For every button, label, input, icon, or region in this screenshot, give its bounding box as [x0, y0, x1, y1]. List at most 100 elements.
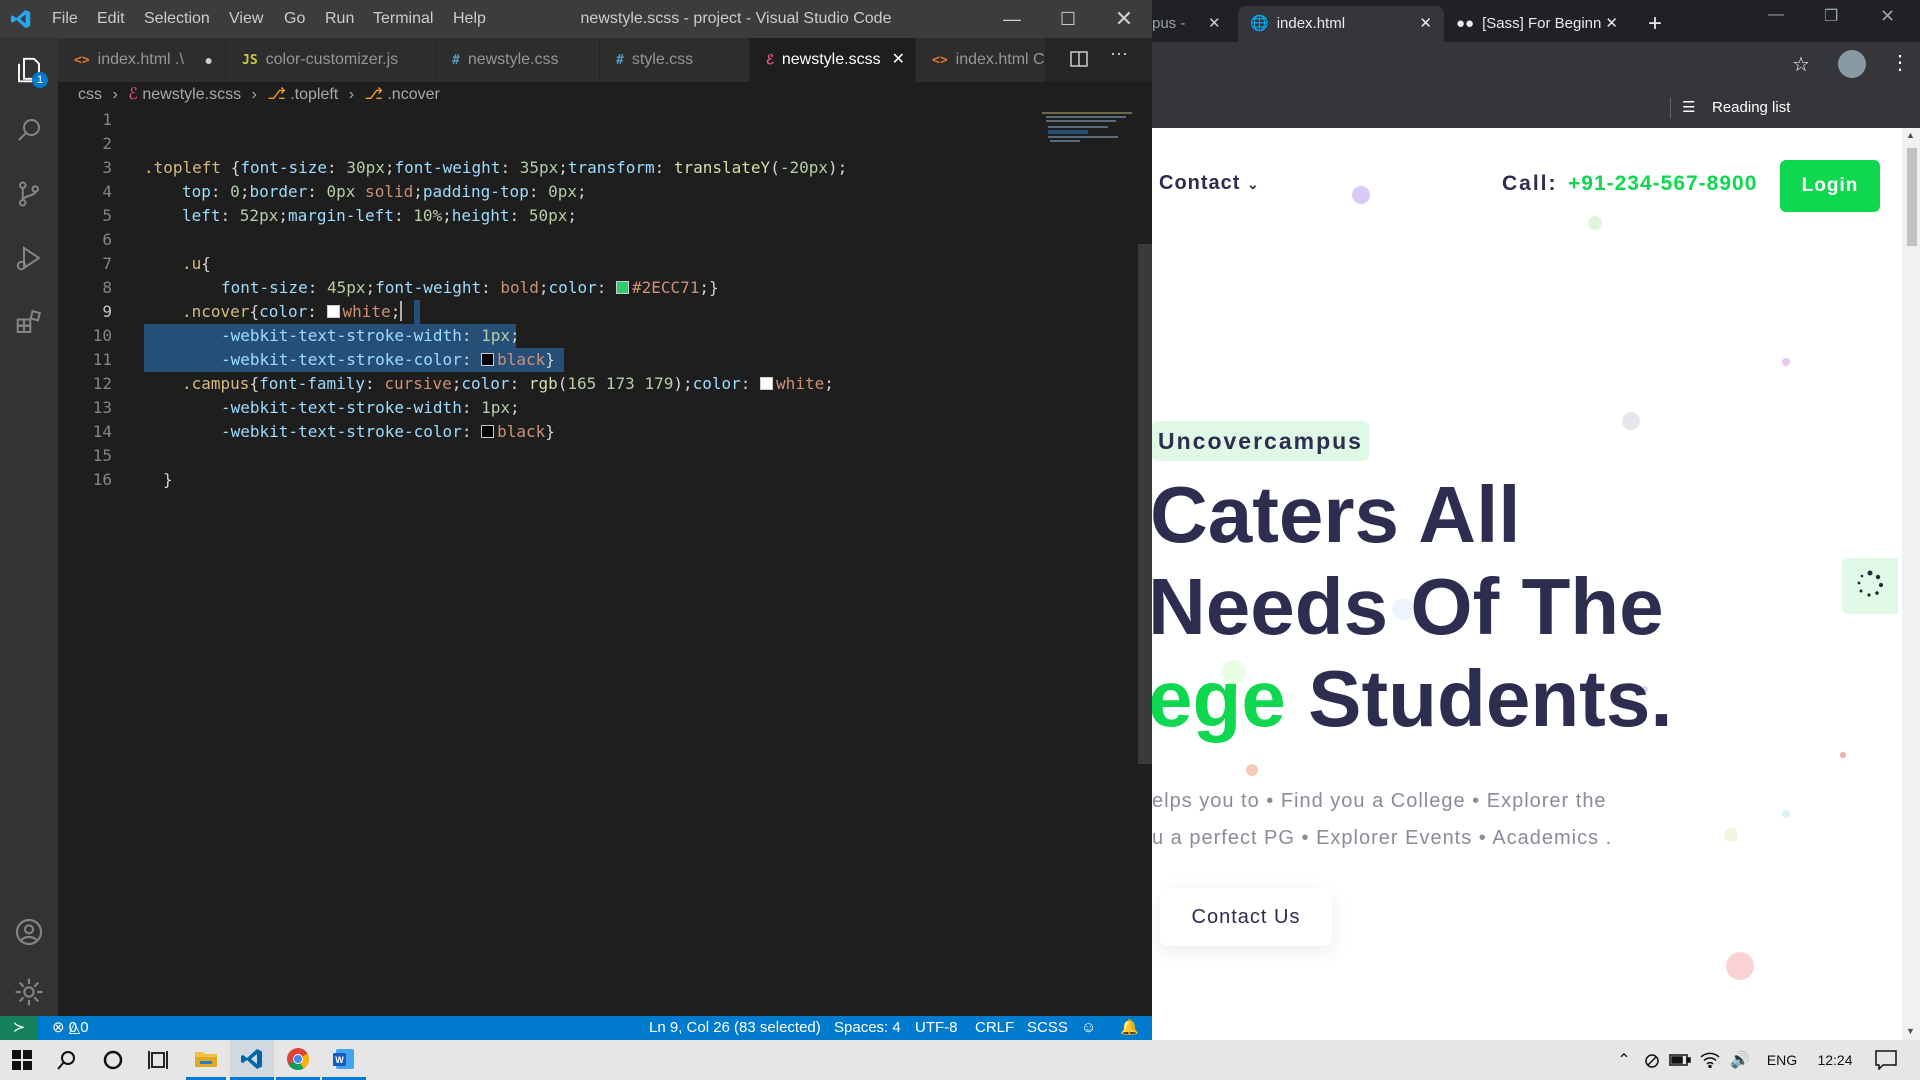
tab-style-css[interactable]: # style.css [600, 38, 750, 82]
decor-dot [1622, 412, 1640, 430]
minimize-icon[interactable]: — [1768, 6, 1784, 24]
token: white [342, 302, 391, 321]
token: ; [451, 374, 462, 393]
line-number: 5 [102, 206, 112, 225]
menu-help[interactable]: Help [453, 0, 486, 38]
new-tab-icon[interactable]: + [1648, 6, 1678, 42]
volume-icon[interactable]: 🔊 [1728, 1040, 1752, 1080]
menu-run[interactable]: Run [325, 0, 354, 38]
cortana-icon[interactable] [90, 1040, 136, 1080]
login-button[interactable]: Login [1780, 160, 1880, 212]
split-editor-icon[interactable] [1070, 50, 1088, 73]
reading-list-icon[interactable]: ☰ [1682, 98, 1695, 116]
color-customizer-toggle[interactable] [1842, 558, 1898, 614]
code-line-7: .u{ [182, 252, 211, 276]
chevron-up-icon[interactable]: ⌃ [1612, 1040, 1636, 1080]
nav-contact[interactable]: Contact ⌄ [1159, 172, 1260, 195]
notification-center-icon[interactable] [1866, 1040, 1906, 1080]
tab-index-html[interactable]: <> index.html .\ ● [58, 38, 226, 82]
chevron-right-icon: › [251, 86, 257, 103]
minimap[interactable] [1042, 108, 1138, 148]
browser-tab-index-html[interactable]: 🌐 index.html ✕ [1238, 6, 1444, 42]
chrome-taskbar-icon[interactable] [276, 1040, 320, 1080]
scroll-up-icon[interactable]: ▲ [1906, 130, 1915, 140]
line-number: 6 [102, 230, 112, 249]
headline-green: ege [1152, 654, 1286, 743]
contact-us-button[interactable]: Contact Us [1160, 888, 1332, 946]
address-bar[interactable]: ☆ ⋮ [1152, 42, 1920, 88]
menu-selection[interactable]: Selection [144, 0, 210, 38]
wifi-icon[interactable] [1698, 1040, 1722, 1080]
breadcrumb-selector-ncover[interactable]: .ncover [387, 86, 439, 103]
close-icon[interactable]: ✕ [1096, 0, 1152, 38]
task-view-icon[interactable] [136, 1040, 182, 1080]
tab-close-icon[interactable]: ✕ [892, 38, 905, 82]
tab-close-icon[interactable]: ✕ [1208, 6, 1221, 42]
color-swatch-black[interactable] [481, 353, 495, 366]
feedback-icon[interactable]: ☺ [1081, 1016, 1096, 1040]
code-editor[interactable]: 1 2 3 4 5 6 7 8 9 10 11 12 13 14 15 16 .… [58, 108, 1138, 1016]
tab-newstyle-scss[interactable]: ℰnewstyle.scss ✕ [750, 38, 916, 82]
tab-close-icon[interactable]: ✕ [1419, 6, 1432, 42]
scroll-down-icon[interactable]: ▼ [1906, 1026, 1915, 1036]
tab-close-icon[interactable]: ✕ [1601, 6, 1618, 42]
extensions-icon[interactable] [0, 294, 58, 350]
menu-kebab-icon[interactable]: ⋮ [1890, 50, 1910, 75]
search-icon[interactable] [0, 102, 58, 158]
search-icon[interactable] [44, 1040, 90, 1080]
page-scrollbar[interactable]: ▲ ▼ [1902, 128, 1920, 1040]
explorer-icon[interactable]: 1 [0, 42, 58, 98]
input-language[interactable]: ENG [1762, 1040, 1802, 1080]
menu-view[interactable]: View [229, 0, 263, 38]
token: ; [239, 182, 250, 201]
color-swatch-black[interactable] [481, 425, 495, 438]
encoding[interactable]: UTF-8 [915, 1016, 958, 1040]
restore-icon[interactable]: ❐ [1824, 6, 1838, 26]
browser-tab-partial[interactable]: pus - ✕ [1152, 6, 1238, 42]
indentation[interactable]: Spaces: 4 [834, 1016, 901, 1040]
windows-start-icon[interactable] [0, 1040, 44, 1080]
remote-icon[interactable]: ≻ [0, 1016, 38, 1040]
source-control-icon[interactable] [0, 166, 58, 222]
color-swatch-green[interactable] [615, 281, 629, 294]
bookmark-star-icon[interactable]: ☆ [1792, 52, 1810, 77]
cursor-position[interactable]: Ln 9, Col 26 (83 selected) [649, 1016, 821, 1040]
close-icon[interactable]: ✕ [1880, 6, 1895, 27]
scrollbar-thumb[interactable] [1907, 148, 1917, 246]
browser-tab-sass[interactable]: ●● [Sass] For Beginne ✕ [1444, 6, 1630, 42]
line-ending[interactable]: CRLF [975, 1016, 1014, 1040]
vscode-taskbar-icon[interactable] [230, 1040, 274, 1080]
token: : [500, 158, 520, 177]
settings-gear-icon[interactable] [0, 964, 58, 1020]
color-swatch-white[interactable] [760, 377, 774, 390]
clock[interactable]: 12:24 [1810, 1040, 1860, 1080]
menu-file[interactable]: File [52, 0, 78, 38]
tab-index-html-c[interactable]: <> index.html C:\ [916, 38, 1046, 82]
file-explorer-icon[interactable] [186, 1040, 226, 1080]
breadcrumb-file[interactable]: newstyle.scss [142, 86, 241, 103]
tab-newstyle-css[interactable]: # newstyle.css [436, 38, 600, 82]
menu-terminal[interactable]: Terminal [373, 0, 433, 38]
phone-link[interactable]: +91-234-567-8900 [1568, 172, 1757, 196]
battery-icon[interactable] [1668, 1040, 1692, 1080]
color-swatch-white[interactable] [326, 305, 340, 318]
tab-color-customizer-js[interactable]: JS color-customizer.js [226, 38, 436, 82]
breadcrumb-folder[interactable]: css [78, 86, 102, 103]
language-mode[interactable]: SCSS [1027, 1016, 1068, 1040]
menu-edit[interactable]: Edit [97, 0, 125, 38]
avatar[interactable] [1838, 50, 1866, 78]
run-debug-icon[interactable] [0, 230, 58, 286]
breadcrumb-selector-topleft[interactable]: .topleft [290, 86, 338, 103]
problems-indicator[interactable]: ⊗ 0 △ 0 [52, 1016, 89, 1040]
maximize-icon[interactable]: ☐ [1040, 0, 1096, 38]
editor-scrollbar[interactable] [1138, 108, 1152, 1016]
network-status-icon[interactable] [1640, 1040, 1664, 1080]
scrollbar-thumb[interactable] [1138, 244, 1152, 764]
more-actions-icon[interactable]: ⋯ [1110, 44, 1128, 65]
minimize-icon[interactable]: — [984, 0, 1040, 38]
notifications-bell-icon[interactable]: 🔔 [1120, 1016, 1139, 1040]
menu-go[interactable]: Go [284, 0, 305, 38]
reading-list-label[interactable]: Reading list [1712, 99, 1790, 116]
word-taskbar-icon[interactable]: W [322, 1040, 366, 1080]
account-icon[interactable] [0, 904, 58, 960]
